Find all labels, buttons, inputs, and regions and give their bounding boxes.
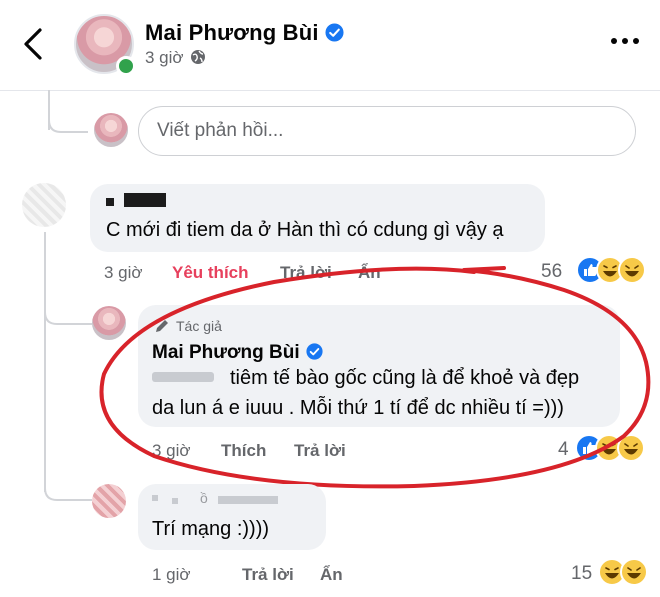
- post-time[interactable]: 3 giờ: [145, 48, 184, 67]
- globe-icon: [190, 50, 205, 64]
- reply-input[interactable]: Viết phản hồi...: [138, 106, 636, 156]
- reaction-count[interactable]: 15: [571, 563, 592, 585]
- commenter-avatar-blurred[interactable]: [92, 484, 126, 518]
- thread-elbow: [44, 290, 92, 325]
- commenter-name-redacted: [152, 495, 158, 501]
- commenter-name-redacted: [218, 496, 278, 504]
- red-circle-annotation: [99, 266, 651, 489]
- verified-icon: [325, 23, 344, 42]
- online-status-dot: [116, 56, 136, 76]
- comment-text: C mới đi tiem da ở Hàn thì có cdung gì v…: [106, 219, 504, 241]
- more-icon[interactable]: [610, 36, 640, 46]
- commenter-name-redacted: [172, 498, 178, 504]
- thread-line: [44, 232, 46, 492]
- commenter-avatar[interactable]: [22, 183, 66, 227]
- back-arrow-icon[interactable]: [18, 24, 48, 64]
- post-time-row: 3 giờ: [145, 48, 206, 68]
- haha-reaction-icon: [620, 558, 648, 586]
- reaction-icons[interactable]: [598, 558, 652, 586]
- author-name-row[interactable]: Mai Phương Bùi: [145, 20, 344, 46]
- reply-time[interactable]: 1 giờ: [152, 565, 191, 585]
- commenter-name-redacted: [106, 198, 114, 206]
- hide-button[interactable]: Ẩn: [320, 565, 343, 585]
- reply-input-placeholder: Viết phản hồi...: [157, 120, 284, 141]
- thread-elbow: [44, 470, 92, 501]
- reply-button[interactable]: Trả lời: [242, 565, 294, 585]
- reply-text: Trí mạng :)))): [152, 518, 270, 540]
- commenter-name-redacted: [124, 193, 166, 207]
- thread-elbow: [48, 100, 88, 133]
- author-name[interactable]: Mai Phương Bùi: [145, 20, 319, 45]
- current-user-avatar: [94, 113, 128, 147]
- commenter-name-fragment: ồ: [200, 490, 208, 506]
